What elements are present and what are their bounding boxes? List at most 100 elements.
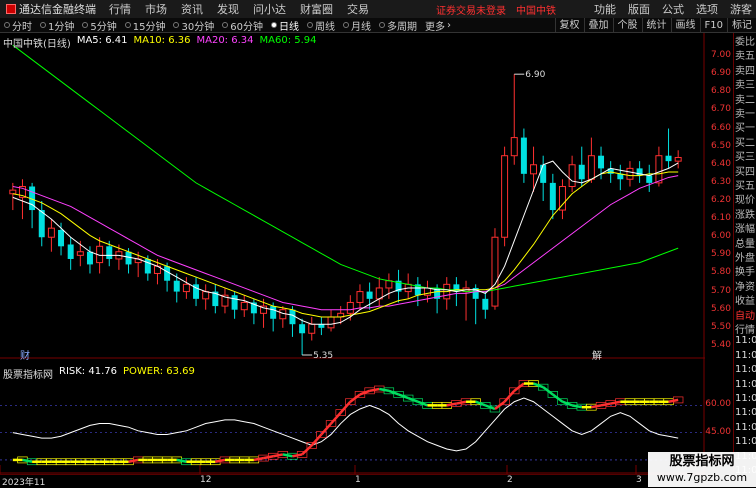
side-panel-item[interactable]: 11:02 [735,364,756,375]
menu-item-discover[interactable]: 发现 [210,1,246,17]
side-panel-item[interactable]: 现价 [735,191,755,206]
watermark: 股票指标网 www.7gpzb.com [648,452,756,487]
side-panel-item[interactable]: 11:02 [735,350,756,361]
candle-body-up [76,251,84,256]
login-warning[interactable]: 证券交易未登录 [436,2,506,17]
tool-overlay[interactable]: 叠加 [583,18,613,33]
side-panel-item[interactable]: 收益 [735,292,755,307]
candle-body-up [308,323,316,334]
sub-legend-name: 股票指标网 [3,370,53,381]
radio-icon [378,22,385,28]
radio-icon [82,22,89,28]
candle-body-up [674,157,682,162]
side-panel-item[interactable]: 11:02 [735,393,756,404]
kline-chart[interactable]: 6.90 5.35 财 解 [0,33,705,474]
menu-item-market[interactable]: 市场 [138,1,174,17]
side-panel-item[interactable]: 净资 [735,278,755,293]
menu-layout[interactable]: 版面 [628,1,650,17]
menu-item-assistant[interactable]: 问小达 [246,1,293,17]
menu-function[interactable]: 功能 [594,1,616,17]
candle-body-down [665,155,672,162]
side-panel-item[interactable]: 外盘 [735,249,755,264]
side-panel-item[interactable]: 11:02 [735,407,756,418]
candle-body-up [510,137,518,157]
side-panel-item[interactable]: 11:02 [735,379,756,390]
price-tick: 6.00 [710,231,731,242]
price-tick: 6.50 [710,140,731,151]
period-daily[interactable]: 日线 [267,18,303,33]
legend-ma60: MA60: 5.94 [259,35,317,46]
candle-body-down [173,280,180,292]
price-tick: 5.50 [710,321,731,332]
period-label: 分时 [12,21,32,33]
side-panel-item[interactable]: 委比 [735,33,755,48]
menu-item-news[interactable]: 资讯 [174,1,210,17]
menu-formula[interactable]: 公式 [662,1,684,17]
radio-icon [342,22,349,28]
unlock-marker: 解 [592,349,602,362]
candle-body-up [47,227,55,238]
watermark-url: www.7gpzb.com [656,471,748,484]
side-panel-item[interactable]: 卖五 [735,47,755,62]
period-1min[interactable]: 1分钟 [36,18,78,33]
side-panel-item[interactable]: 11:02 [735,436,756,447]
candle-body-up [568,164,576,188]
menu-item-trade[interactable]: 交易 [340,1,376,17]
app-logo: 通达信金融终端 [0,1,102,17]
radio-icon [40,22,46,28]
period-more[interactable]: 更多 › [421,18,455,33]
period-weekly[interactable]: 周线 [303,18,339,33]
period-5min[interactable]: 5分钟 [78,18,120,33]
price-tick: 6.20 [710,195,731,205]
candle-body-down [144,258,151,274]
period-timeshare[interactable]: 分时 [0,18,36,33]
tool-stats[interactable]: 统计 [641,18,671,33]
menu-guest[interactable]: 游客 [730,1,752,17]
tool-restore-rights[interactable]: 复权 [554,18,584,33]
tool-f10[interactable]: F10 [699,18,727,33]
side-panel-item[interactable]: 总量 [735,235,755,250]
side-panel-item[interactable]: 买五 [735,177,755,192]
date-axis: 2023年11 12 1 2 3 [0,474,705,488]
candle-body-up [587,155,595,180]
period-15min[interactable]: 15分钟 [121,18,170,33]
side-panel-item[interactable]: 卖一 [735,105,755,120]
period-label: 日线 [278,21,299,33]
period-label: 60分钟 [230,21,263,33]
side-panel-item[interactable]: 涨跌 [735,206,755,221]
candle-body-up [356,291,364,303]
side-panel-item[interactable]: 自动 [735,307,755,322]
candle-body-down [646,175,653,183]
tool-draw[interactable]: 画线 [670,18,700,33]
side-panel-item[interactable]: 卖四 [735,62,755,77]
menu-item-quotes[interactable]: 行情 [102,1,138,17]
side-panel-item[interactable]: 买四 [735,163,755,178]
side-panel-item[interactable]: 卖二 [735,91,755,106]
tool-stock[interactable]: 个股 [612,18,642,33]
price-tick: 6.80 [710,86,731,97]
side-panel-item[interactable]: 11:02 [735,335,756,346]
candle-body-down [598,155,605,169]
tool-mark[interactable]: 标记 [727,18,756,33]
side-panel-item[interactable]: 卖三 [735,76,755,91]
candle-body-down [482,298,489,310]
menu-item-wealth[interactable]: 财富圈 [293,1,340,17]
price-tick: 6.10 [710,213,731,224]
radio-icon [4,22,10,28]
price-tick: 5.40 [710,339,731,350]
side-panel-item[interactable]: 11:02 [735,422,756,433]
side-panel-item[interactable]: 买二 [735,134,755,149]
period-30min[interactable]: 30分钟 [169,18,218,33]
menu-options[interactable]: 选项 [696,1,718,17]
candle-body-up [240,301,248,311]
candle-body-down [299,324,306,334]
side-panel-item[interactable]: 换手 [735,263,755,278]
period-multi[interactable]: 多周期 [375,18,421,33]
period-monthly[interactable]: 月线 [339,18,375,33]
side-panel-item[interactable]: 买一 [735,119,755,134]
side-panel-item[interactable]: 涨幅 [735,220,755,235]
side-panel-item[interactable]: 行情 [735,321,755,336]
period-60min[interactable]: 60分钟 [218,18,267,33]
candle-body-up [501,155,509,238]
side-panel-item[interactable]: 买三 [735,148,755,163]
